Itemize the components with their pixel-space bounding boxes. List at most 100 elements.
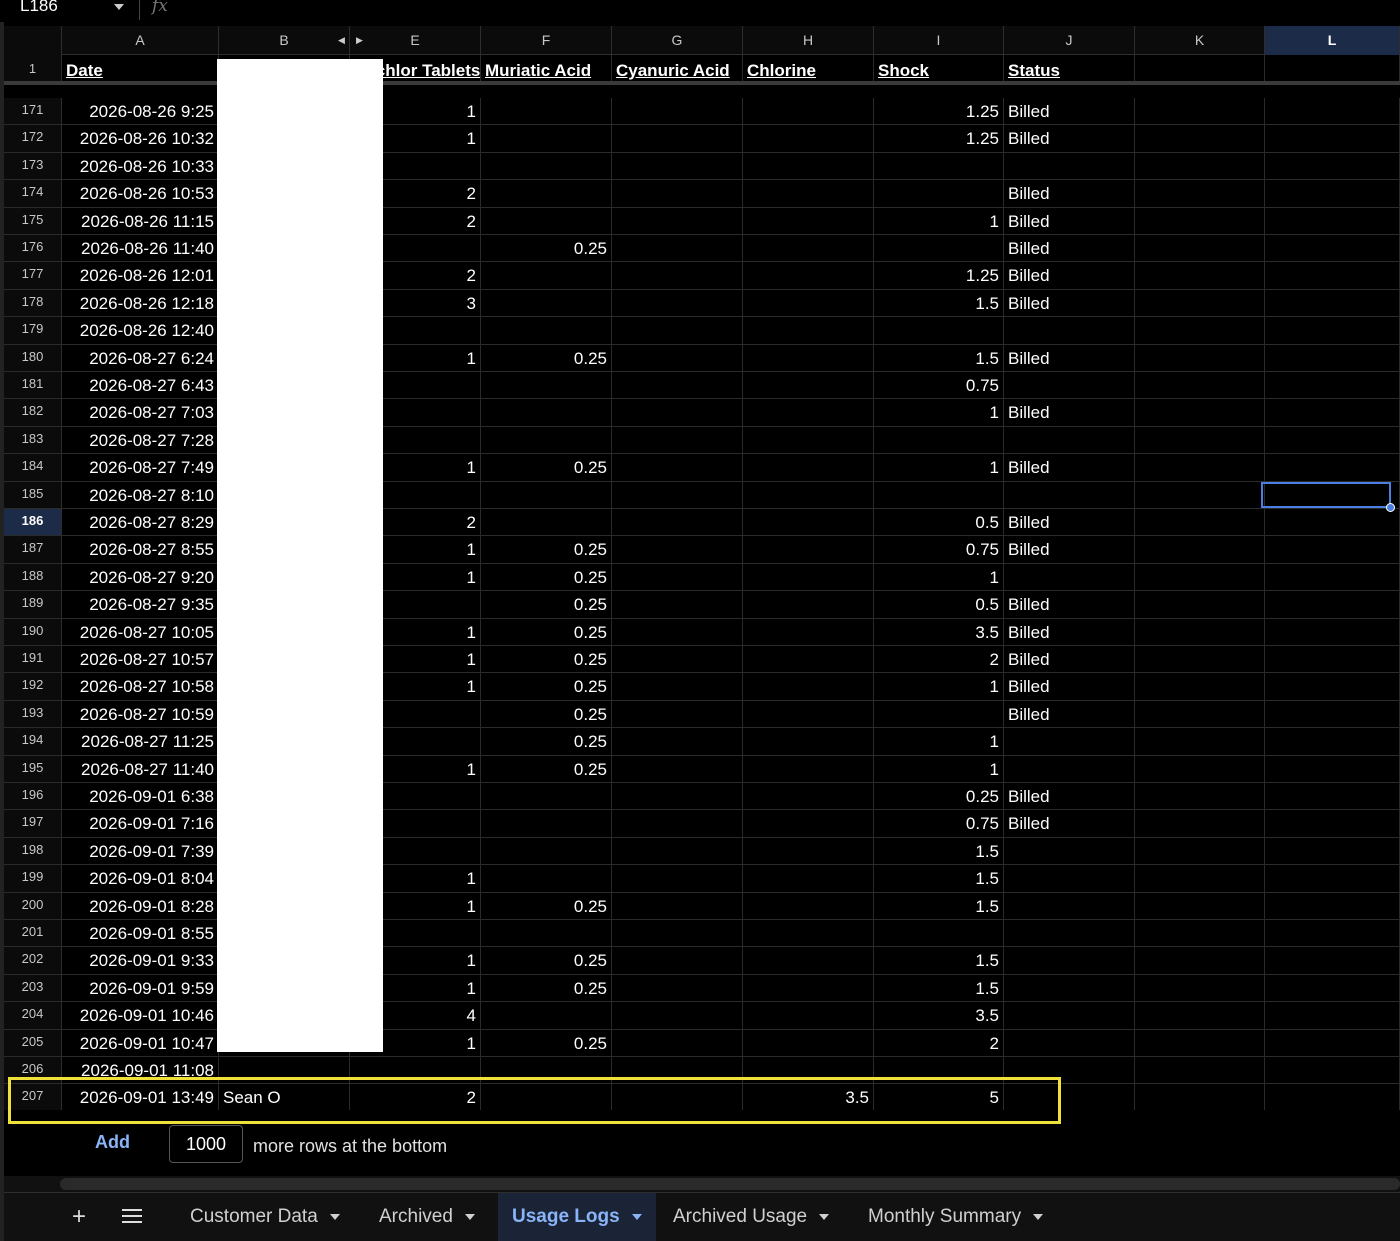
cell-f[interactable]: 0.25 — [481, 1029, 612, 1056]
cell-h[interactable] — [743, 1029, 874, 1056]
cell-g[interactable] — [612, 454, 743, 481]
cell-l[interactable] — [1265, 235, 1400, 262]
cell-l[interactable] — [1265, 1029, 1400, 1056]
cell-f[interactable] — [481, 783, 612, 810]
cell-j[interactable] — [1004, 1002, 1135, 1029]
cell-i[interactable] — [874, 235, 1004, 262]
cell-f[interactable] — [481, 125, 612, 152]
cell-g[interactable] — [612, 892, 743, 919]
cell-l[interactable] — [1265, 152, 1400, 180]
column-header-e[interactable]: E — [350, 26, 481, 55]
selected-cell[interactable] — [1261, 482, 1391, 508]
cell-i[interactable]: 1.5 — [874, 892, 1004, 919]
cell-g[interactable] — [612, 783, 743, 810]
column-header-k[interactable]: K — [1135, 26, 1265, 55]
cell-f[interactable] — [481, 810, 612, 837]
hidden-columns-left-arrow-icon[interactable]: ◀ — [338, 26, 345, 55]
fill-handle[interactable] — [1386, 503, 1395, 512]
cell-k[interactable] — [1135, 591, 1265, 618]
cell-j[interactable] — [1004, 892, 1135, 919]
cell-a[interactable]: 2026-08-27 7:03 — [62, 399, 219, 426]
cell-a[interactable]: 2026-08-27 10:57 — [62, 646, 219, 673]
tab-monthly-summary[interactable]: Monthly Summary — [854, 1193, 1057, 1241]
cell-g[interactable] — [612, 509, 743, 536]
cell-j[interactable]: Billed — [1004, 536, 1135, 563]
cell-h[interactable] — [743, 755, 874, 782]
cell-l[interactable] — [1265, 837, 1400, 865]
cell-k[interactable] — [1135, 563, 1265, 591]
cell-f[interactable] — [481, 1002, 612, 1029]
cell-j[interactable]: Billed — [1004, 125, 1135, 152]
cell-l[interactable] — [1265, 372, 1400, 399]
tab-dropdown-icon[interactable] — [631, 1213, 642, 1220]
cell-f[interactable] — [481, 289, 612, 317]
cell-f[interactable]: 0.25 — [481, 974, 612, 1002]
cell-i[interactable]: 3.5 — [874, 1002, 1004, 1029]
column-header-l[interactable]: L — [1265, 26, 1400, 55]
cell-j[interactable] — [1004, 920, 1135, 947]
cell-j[interactable] — [1004, 865, 1135, 892]
cell-f[interactable]: 0.25 — [481, 563, 612, 591]
cell-h[interactable] — [743, 454, 874, 481]
cell-f[interactable] — [481, 152, 612, 180]
cell-l[interactable] — [1265, 399, 1400, 426]
cell-f[interactable]: 0.25 — [481, 892, 612, 919]
cell-j[interactable]: Billed — [1004, 509, 1135, 536]
cell-l[interactable] — [1265, 317, 1400, 344]
cell-g[interactable] — [612, 618, 743, 645]
cell-g[interactable] — [612, 673, 743, 700]
cell-h[interactable] — [743, 783, 874, 810]
cell-j[interactable]: Billed — [1004, 673, 1135, 700]
cell-l[interactable] — [1265, 454, 1400, 481]
cell-j[interactable]: Billed — [1004, 700, 1135, 728]
cell-f[interactable]: 0.25 — [481, 536, 612, 563]
row-number[interactable]: 1 — [4, 55, 62, 81]
cell-h[interactable] — [743, 98, 874, 125]
cell-i[interactable] — [874, 426, 1004, 454]
cell-j[interactable]: Billed — [1004, 810, 1135, 837]
row-number[interactable]: 203 — [4, 974, 62, 1002]
cell-a[interactable]: 2026-09-01 7:39 — [62, 837, 219, 865]
cell-g[interactable] — [612, 947, 743, 974]
cell-a[interactable]: 2026-08-27 8:10 — [62, 481, 219, 508]
cell-i[interactable]: 2 — [874, 646, 1004, 673]
cell-j[interactable]: Billed — [1004, 399, 1135, 426]
cell-i[interactable]: 1.5 — [874, 947, 1004, 974]
cell-f[interactable] — [481, 481, 612, 508]
cell-a[interactable]: 2026-09-01 10:46 — [62, 1002, 219, 1029]
cell-i[interactable]: 1.5 — [874, 344, 1004, 371]
cell-a[interactable]: 2026-08-26 10:33 — [62, 152, 219, 180]
row-number[interactable]: 187 — [4, 536, 62, 563]
row-number[interactable]: 204 — [4, 1002, 62, 1029]
cell-l[interactable] — [1265, 783, 1400, 810]
cell-j[interactable]: Billed — [1004, 783, 1135, 810]
cell-h[interactable] — [743, 399, 874, 426]
cell-i[interactable]: 1.25 — [874, 262, 1004, 289]
cell-k[interactable] — [1135, 235, 1265, 262]
cell-g[interactable] — [612, 755, 743, 782]
cell-l[interactable] — [1265, 1084, 1400, 1110]
row-number[interactable]: 181 — [4, 372, 62, 399]
cell-l[interactable] — [1265, 509, 1400, 536]
cell-a[interactable]: 2026-09-01 9:33 — [62, 947, 219, 974]
cell-i[interactable] — [874, 152, 1004, 180]
cell-k[interactable] — [1135, 618, 1265, 645]
cell-j[interactable]: Billed — [1004, 207, 1135, 234]
row-number[interactable]: 179 — [4, 317, 62, 344]
cell-a[interactable]: 2026-09-01 8:28 — [62, 892, 219, 919]
cell-k[interactable] — [1135, 1084, 1265, 1110]
cell-g[interactable] — [612, 481, 743, 508]
cell-k[interactable] — [1135, 810, 1265, 837]
name-box-dropdown-icon[interactable] — [114, 4, 124, 10]
cell-k[interactable] — [1135, 426, 1265, 454]
column-header-b[interactable]: B — [219, 26, 350, 55]
cell-j[interactable] — [1004, 1029, 1135, 1056]
row-number[interactable]: 174 — [4, 180, 62, 207]
cell-g[interactable] — [612, 207, 743, 234]
cell-g[interactable] — [612, 728, 743, 755]
tab-archived-usage[interactable]: Archived Usage — [659, 1193, 843, 1241]
cell-k[interactable] — [1135, 536, 1265, 563]
cell-a[interactable]: 2026-08-27 8:55 — [62, 536, 219, 563]
cell-l[interactable] — [1265, 700, 1400, 728]
cell-k[interactable] — [1135, 454, 1265, 481]
